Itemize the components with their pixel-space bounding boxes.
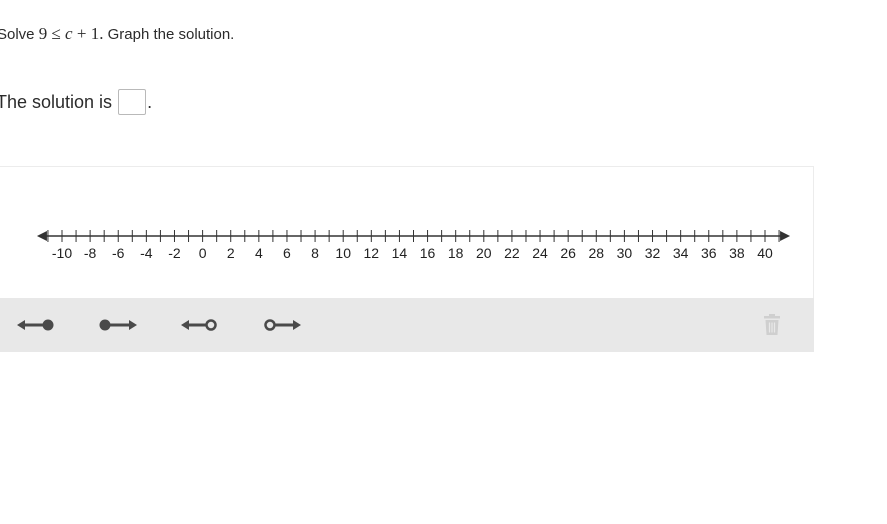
- tick-label: 26: [560, 245, 576, 261]
- answer-period: .: [147, 91, 153, 112]
- inequality: 9 ≤ c + 1.: [39, 24, 104, 43]
- tick-label: 22: [504, 245, 520, 261]
- question-prefix: Solve: [0, 26, 39, 43]
- answer-row: The solution is .: [0, 89, 152, 115]
- inequality-relation: ≤: [51, 24, 61, 43]
- ray-left-open-icon: [181, 319, 217, 331]
- arrow-left-icon: [36, 231, 47, 241]
- number-line[interactable]: -10 -8 -6 -4 -2 0 2 4 6 8 10 12 14 16 18 20 22 24 26 28 30 32…: [0, 167, 813, 299]
- tick-label: 10: [335, 245, 351, 261]
- question-prompt: Solve 9 ≤ c + 1. Graph the solution.: [0, 24, 234, 44]
- graph-toolbar: [0, 298, 814, 352]
- inequality-lhs: 9: [38, 24, 48, 43]
- ray-right-open-icon: [264, 319, 301, 331]
- tick-label: 38: [729, 245, 745, 261]
- arrow-right-icon: [780, 231, 791, 241]
- answer-input[interactable]: [118, 89, 147, 115]
- tick-label: -4: [140, 245, 153, 261]
- tick-label: 8: [311, 245, 319, 261]
- ray-right-open-tool[interactable]: [260, 312, 304, 338]
- tick-label: 28: [588, 245, 604, 261]
- tick-label: -6: [112, 245, 125, 261]
- ray-right-closed-icon: [99, 319, 137, 331]
- tick-label: 14: [392, 245, 408, 261]
- tick-label: -8: [84, 245, 97, 261]
- tick-label: 24: [532, 245, 548, 261]
- tick-label: -10: [52, 245, 72, 261]
- inequality-operator: +: [76, 24, 87, 43]
- trash-icon: [764, 314, 780, 335]
- inequality-variable: c: [65, 24, 73, 43]
- ray-right-closed-tool[interactable]: [96, 312, 140, 338]
- ray-left-closed-tool[interactable]: [14, 312, 58, 338]
- tick-label: 0: [199, 245, 207, 261]
- ray-left-open-tool[interactable]: [178, 312, 222, 338]
- question-suffix: Graph the solution.: [103, 26, 235, 43]
- tick-label: 6: [283, 245, 291, 261]
- tick-label: 40: [757, 245, 773, 261]
- tick-label: 12: [364, 245, 380, 261]
- tick-label: 30: [617, 245, 633, 261]
- tick-label: -2: [168, 245, 181, 261]
- page: Solve 9 ≤ c + 1. Graph the solution. The…: [0, 0, 887, 524]
- graph-panel: -10 -8 -6 -4 -2 0 2 4 6 8 10 12 14 16 18 20 22 24 26 28 30 32…: [0, 166, 814, 299]
- inequality-constant: 1: [90, 24, 100, 43]
- tick-label: 4: [255, 245, 263, 261]
- tick-label: 36: [701, 245, 717, 261]
- answer-label: The solution is: [0, 91, 113, 112]
- tick-label: 32: [645, 245, 661, 261]
- trash-button[interactable]: [761, 313, 783, 337]
- ray-left-closed-icon: [17, 319, 54, 331]
- tick-label: 20: [476, 245, 492, 261]
- tick-label: 34: [673, 245, 689, 261]
- tick-label: 18: [448, 245, 464, 261]
- tick-label: 2: [227, 245, 235, 261]
- tick-label: 16: [420, 245, 436, 261]
